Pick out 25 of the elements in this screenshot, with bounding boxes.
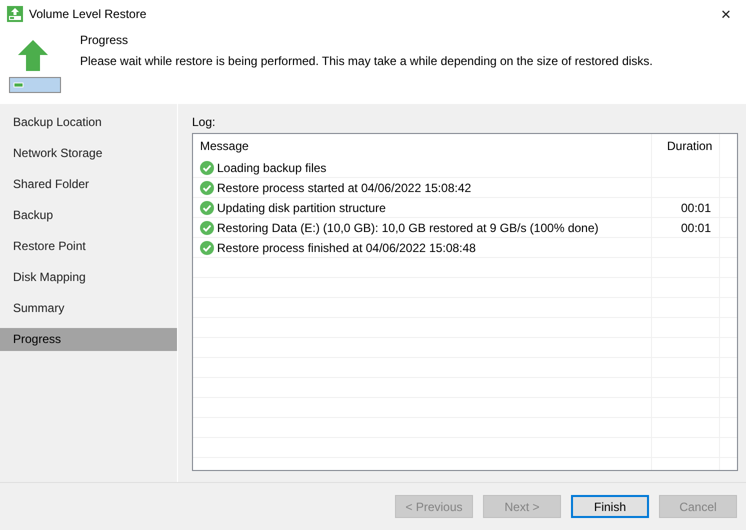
log-duration: 00:01 <box>680 220 711 234</box>
dialog-button[interactable]: Finish <box>571 495 649 518</box>
sidebar-item[interactable]: Shared Folder <box>0 173 177 196</box>
log-message: Restore process started at 04/06/2022 15:08:42 <box>217 180 472 194</box>
column-header[interactable]: Message <box>193 134 651 158</box>
sidebar-item[interactable]: Summary <box>0 297 177 320</box>
sidebar-item[interactable]: Backup Location <box>0 111 177 134</box>
sidebar-item[interactable]: Network Storage <box>0 142 177 165</box>
log-message: Restoring Data (E:) (10,0 GB): 10,0 GB restored at 9 GB/s (100% done) <box>217 220 599 234</box>
sidebar-item[interactable]: Progress <box>0 328 177 351</box>
step-title: Progress <box>80 33 130 47</box>
app-icon <box>7 6 23 22</box>
step-description: Please wait while restore is being performed. This may take a while depending on the size of restored disks. <box>80 54 653 68</box>
log-message: Restore process finished at 04/06/2022 15:08:48 <box>217 240 476 254</box>
sidebar-item[interactable]: Backup <box>0 204 177 227</box>
close-button[interactable]: ✕ <box>706 0 746 28</box>
log-message: Updating disk partition structure <box>217 200 386 214</box>
sidebar-item[interactable]: Restore Point <box>0 235 177 258</box>
log-duration: 00:01 <box>680 200 711 214</box>
log-message: Loading backup files <box>217 160 326 174</box>
column-header[interactable]: Duration <box>651 134 719 158</box>
log-label: Log: <box>192 115 216 129</box>
sidebar-item[interactable]: Disk Mapping <box>0 266 177 289</box>
window-title: Volume Level Restore <box>29 7 148 21</box>
restore-icon <box>9 40 63 94</box>
